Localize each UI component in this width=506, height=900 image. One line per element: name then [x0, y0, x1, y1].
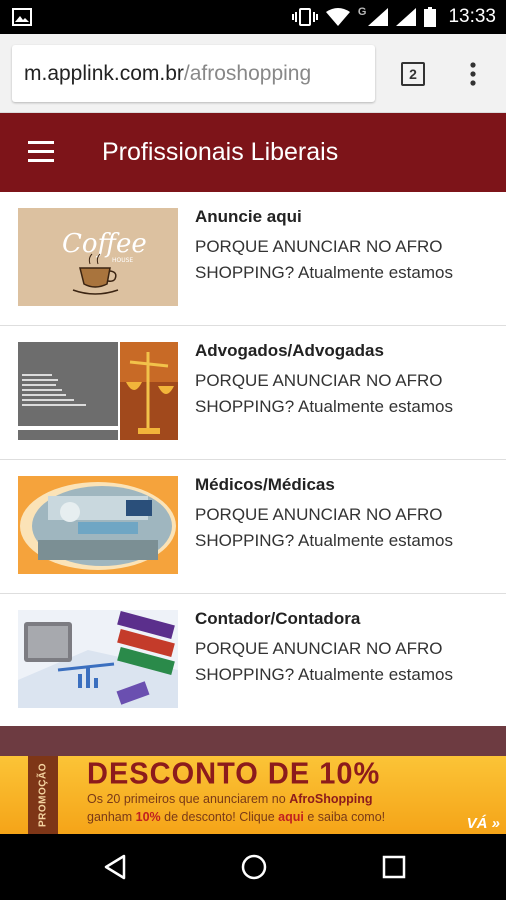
page-title: Profissionais Liberais [102, 138, 339, 166]
svg-text:HOUSE: HOUSE [112, 257, 133, 264]
url-bar[interactable]: m.applink.com.br/afroshopping [12, 45, 375, 102]
list-item[interactable]: Coffee HOUSE Anuncie aqui PORQUE ANUNCIA… [0, 192, 506, 326]
thumb-text: Coffee [62, 229, 147, 259]
url-path: /afroshopping [183, 62, 312, 85]
recents-icon[interactable] [379, 852, 409, 882]
promo-banner[interactable]: PROMOÇÃO DESCONTO DE 10% Os 20 primeiros… [0, 756, 506, 834]
list-item[interactable]: Médicos/Médicas PORQUE ANUNCIAR NO AFRO … [0, 460, 506, 594]
coffee-thumbnail: Coffee HOUSE [18, 208, 178, 306]
item-title: Advogados/Advogadas [195, 341, 384, 360]
wifi-icon [325, 8, 350, 26]
signal-icon [368, 8, 389, 26]
footer-strip [0, 726, 506, 756]
banner-title: DESCONTO DE 10% [87, 757, 381, 791]
item-description: PORQUE ANUNCIAR NO AFRO SHOPPING? Atualm… [195, 639, 453, 684]
signal-icon [396, 8, 417, 26]
tab-switcher-button[interactable]: 2 [401, 62, 425, 86]
network-type-label: G [357, 6, 367, 18]
item-description: PORQUE ANUNCIAR NO AFRO SHOPPING? Atualm… [195, 505, 453, 550]
item-description: PORQUE ANUNCIAR NO AFRO SHOPPING? Atualm… [195, 371, 453, 416]
list-item[interactable]: Advogados/Advogadas PORQUE ANUNCIAR NO A… [0, 326, 506, 460]
navigation-bar [0, 834, 506, 900]
status-bar: G 13:33 [0, 0, 506, 34]
screen: G 13:33 m.applink.com.br/afroshopping 2 [0, 0, 506, 900]
banner-line-2: ganham 10% de desconto! Clique aqui e sa… [87, 810, 386, 824]
app-header: Profissionais Liberais [0, 113, 506, 192]
item-title: Anuncie aqui [195, 207, 302, 226]
url-host: m.applink.com.br [24, 62, 184, 85]
item-description: PORQUE ANUNCIAR NO AFRO SHOPPING? Atualm… [195, 237, 453, 282]
home-icon[interactable] [239, 852, 269, 882]
accountant-thumbnail [18, 610, 178, 708]
more-vert-icon[interactable] [465, 60, 481, 88]
vibrate-icon [291, 8, 318, 26]
battery-icon [424, 7, 437, 27]
browser-toolbar: m.applink.com.br/afroshopping 2 [0, 34, 506, 113]
banner-line-1: Os 20 primeiros que anunciarem no AfroSh… [87, 792, 373, 806]
clock: 13:33 [448, 6, 496, 27]
back-icon[interactable] [100, 852, 130, 882]
image-icon [12, 8, 32, 26]
item-title: Médicos/Médicas [195, 475, 335, 494]
medical-thumbnail [18, 476, 178, 574]
promo-tag: PROMOÇÃO [28, 756, 58, 834]
item-title: Contador/Contadora [195, 609, 361, 628]
list-item[interactable]: Contador/Contadora PORQUE ANUNCIAR NO AF… [0, 594, 506, 728]
lawyer-thumbnail [18, 342, 178, 440]
banner-cta-link[interactable]: VÁ » [467, 815, 500, 832]
hamburger-icon[interactable] [28, 141, 54, 163]
listing-list: Coffee HOUSE Anuncie aqui PORQUE ANUNCIA… [0, 192, 506, 728]
